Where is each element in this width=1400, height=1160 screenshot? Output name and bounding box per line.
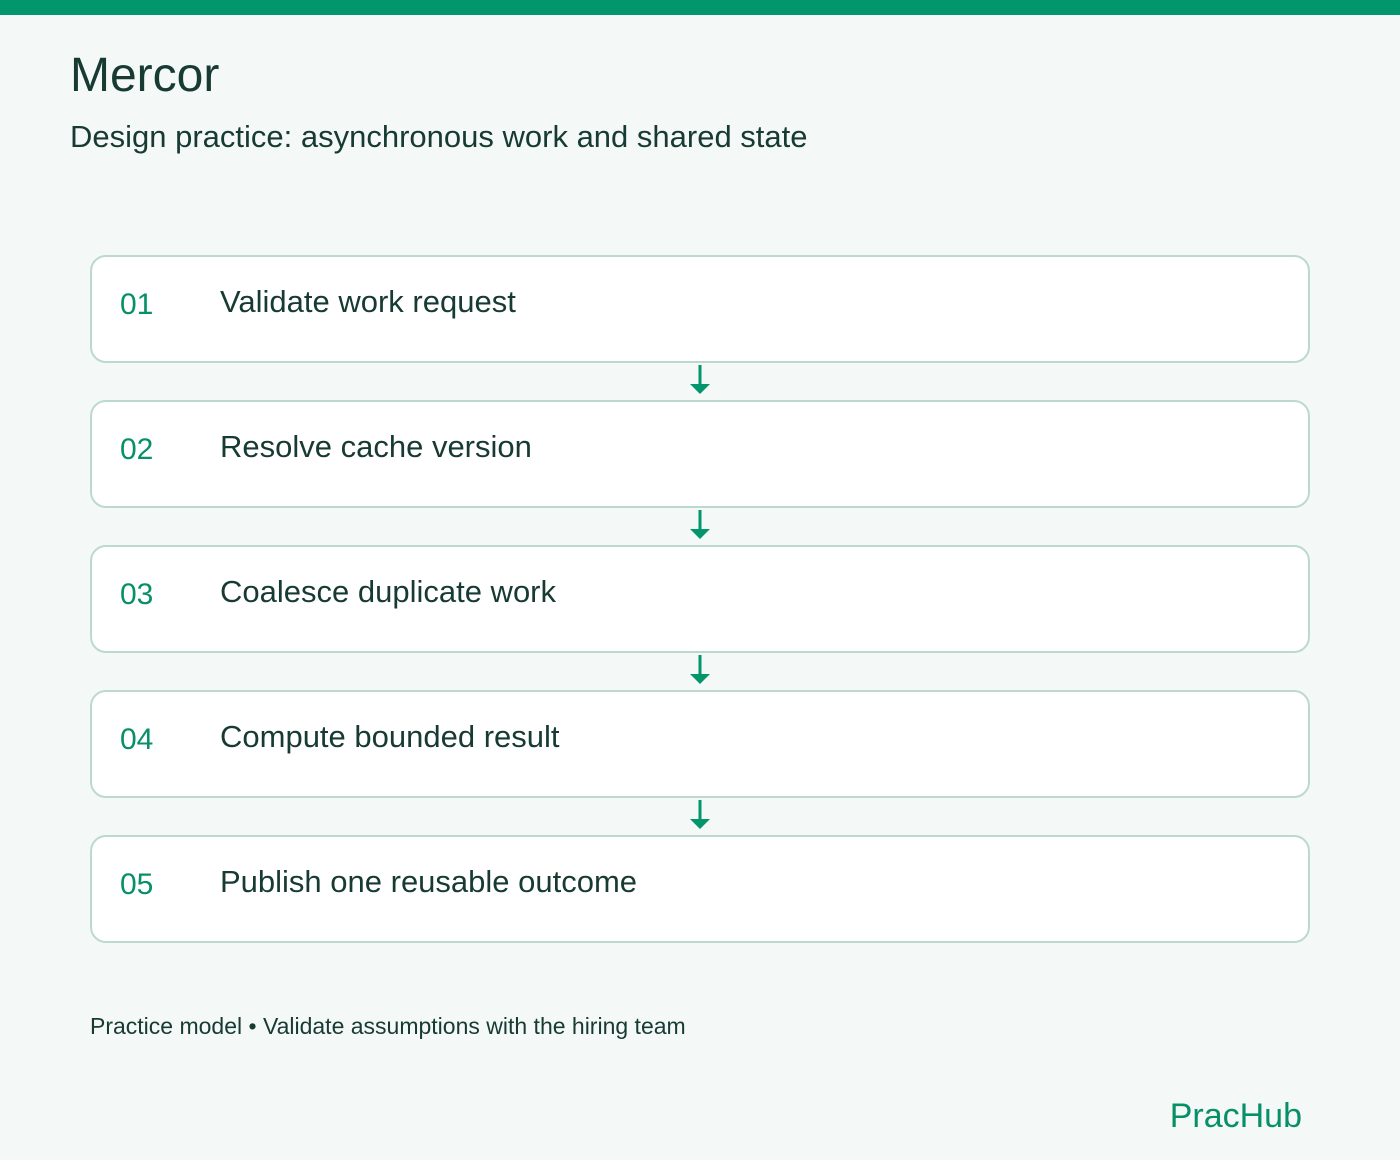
step-number: 04 (120, 723, 154, 756)
arrow-down-icon (688, 799, 712, 833)
arrow-down-icon (688, 509, 712, 543)
arrow-down-icon (688, 364, 712, 398)
step-card-01: 01 Validate work request (90, 255, 1310, 363)
step-card-04: 04 Compute bounded result (90, 690, 1310, 798)
step-label: Resolve cache version (220, 429, 532, 464)
step-card-03: 03 Coalesce duplicate work (90, 545, 1310, 653)
step-label: Compute bounded result (220, 719, 560, 754)
page-subtitle: Design practice: asynchronous work and s… (70, 119, 808, 154)
top-accent-bar (0, 0, 1400, 15)
step-label: Validate work request (220, 284, 516, 319)
step-number: 01 (120, 288, 154, 321)
step-card-02: 02 Resolve cache version (90, 400, 1310, 508)
step-label: Coalesce duplicate work (220, 574, 557, 609)
step-number: 02 (120, 433, 154, 466)
process-flow: 01 Validate work request 02 Resolve cach… (90, 255, 1310, 945)
step-card-05: 05 Publish one reusable outcome (90, 835, 1310, 943)
step-label: Publish one reusable outcome (220, 864, 638, 899)
step-number: 05 (120, 868, 154, 901)
page-title: Mercor (70, 49, 220, 102)
footer-note: Practice model • Validate assumptions wi… (90, 1013, 686, 1039)
brand-logo: PracHub (1169, 1097, 1302, 1135)
arrow-down-icon (688, 654, 712, 688)
step-number: 03 (120, 578, 154, 611)
